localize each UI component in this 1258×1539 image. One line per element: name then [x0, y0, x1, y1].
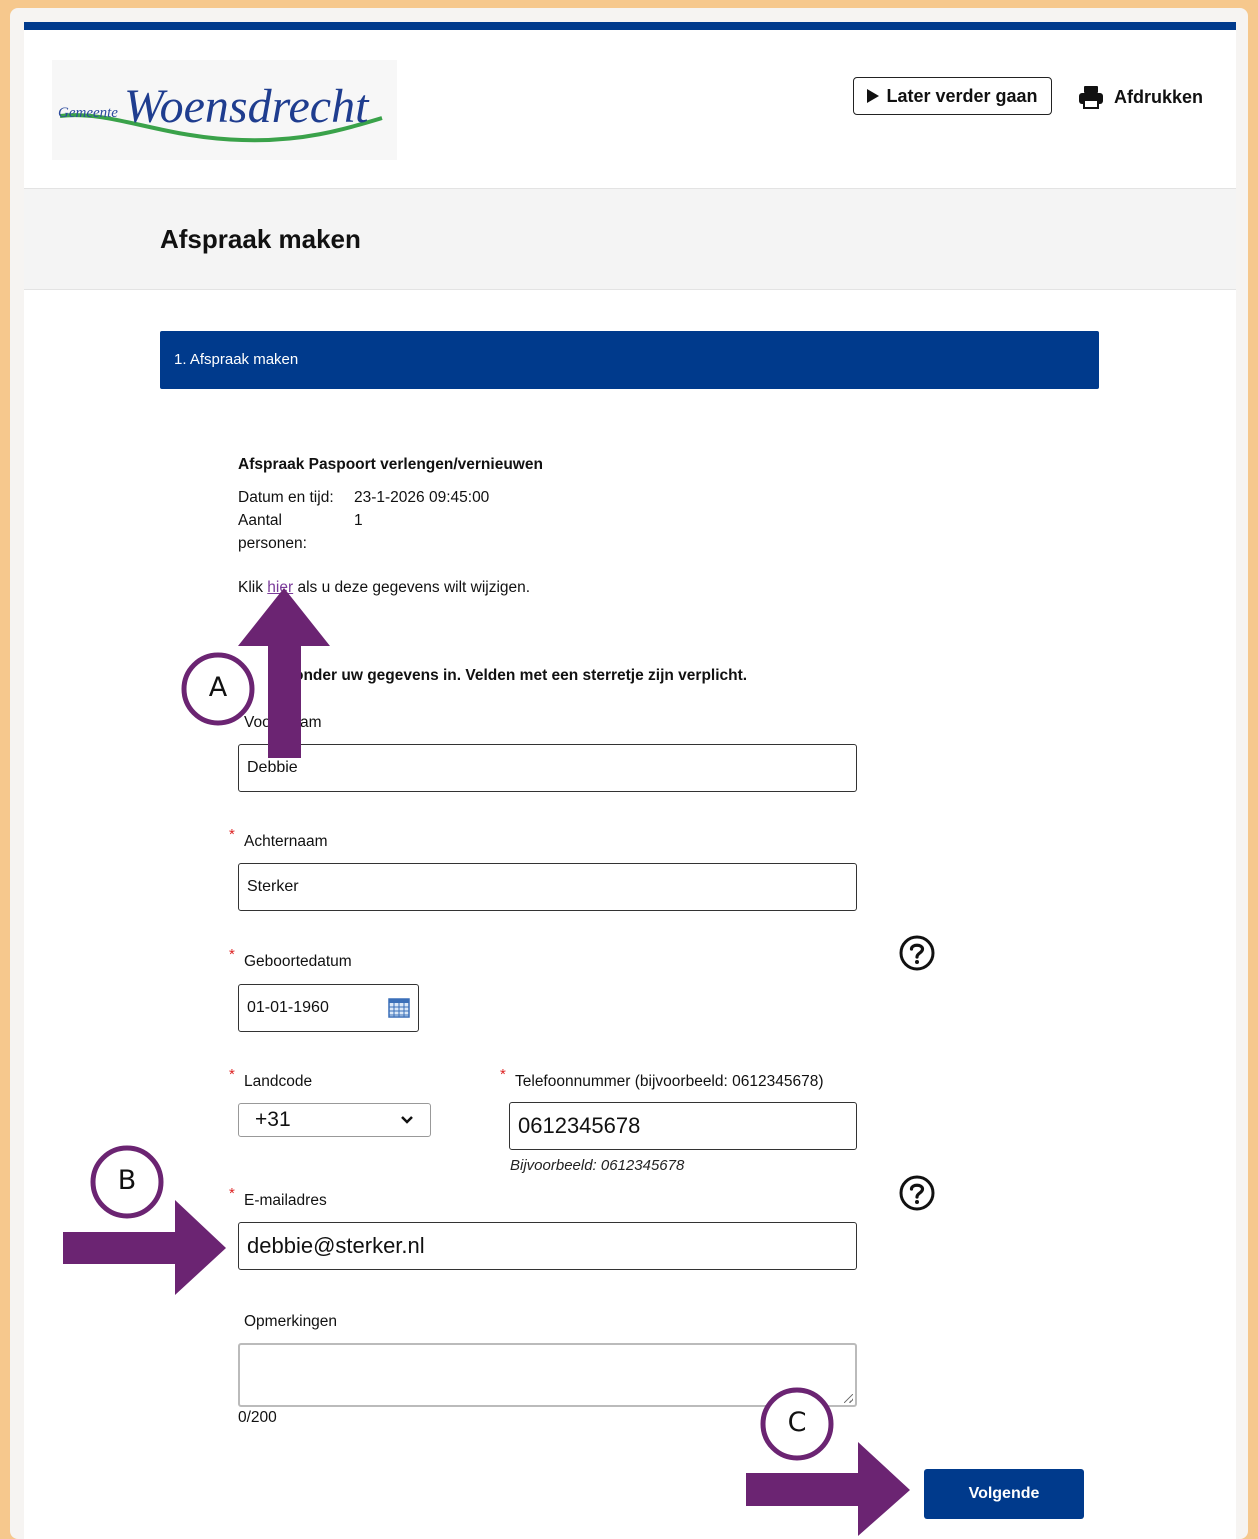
annotation-overlay — [63, 588, 910, 1536]
annotation-arrow-c — [746, 1442, 910, 1536]
annotation-arrow-b — [63, 1200, 226, 1295]
annotation-label-c: C — [787, 1407, 807, 1438]
annotation-label-b: B — [117, 1165, 137, 1196]
annotation-label-a: A — [208, 672, 228, 703]
annotation-arrow-a — [238, 588, 330, 758]
